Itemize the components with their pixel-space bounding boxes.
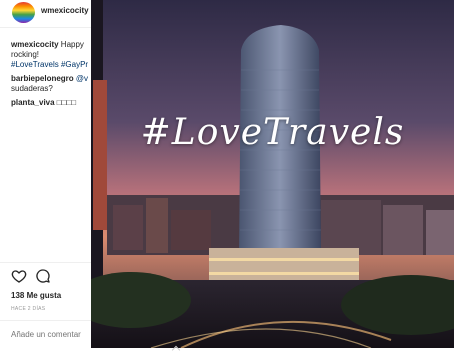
post-timestamp: HACE 2 DÍAS	[11, 306, 46, 312]
caption-author[interactable]: wmexicocity	[11, 40, 59, 49]
list-item: barbiepelonegro @v sudaderas?	[11, 74, 97, 94]
comment-author[interactable]: barbiepelonegro	[11, 74, 74, 83]
actions-divider	[0, 262, 99, 263]
photo-overlay-text: #LoveTravels	[140, 112, 405, 153]
city-skyline-image	[91, 0, 454, 348]
comment-bubble-icon[interactable]	[35, 268, 51, 284]
avatar[interactable]	[12, 2, 35, 23]
post-sidebar: wmexicocity wmexicocity Happy rocking! #…	[0, 0, 100, 361]
post-photo[interactable]: #LoveTravels	[91, 0, 454, 348]
list-item: planta_viva □□□□	[11, 98, 97, 108]
caption: wmexicocity Happy rocking! #LoveTravels …	[11, 40, 97, 70]
comment-text: □□□□	[54, 98, 77, 107]
like-count[interactable]: 138 Me gusta	[11, 291, 61, 300]
input-divider	[0, 320, 99, 321]
comment-mention[interactable]: @v	[74, 74, 88, 83]
caption-hashtags[interactable]: #LoveTravels #GayPr	[11, 60, 88, 69]
heart-icon[interactable]	[11, 268, 27, 284]
bottom-strip	[0, 348, 454, 361]
header-divider	[0, 27, 99, 28]
comment-author[interactable]: planta_viva	[11, 98, 55, 107]
post-actions	[11, 268, 71, 286]
comment-text: sudaderas?	[11, 84, 53, 93]
post-header: wmexicocity	[0, 0, 99, 26]
post-username[interactable]: wmexicocity	[41, 6, 89, 15]
comment-list: wmexicocity Happy rocking! #LoveTravels …	[11, 40, 97, 112]
comment-input[interactable]	[11, 330, 99, 339]
